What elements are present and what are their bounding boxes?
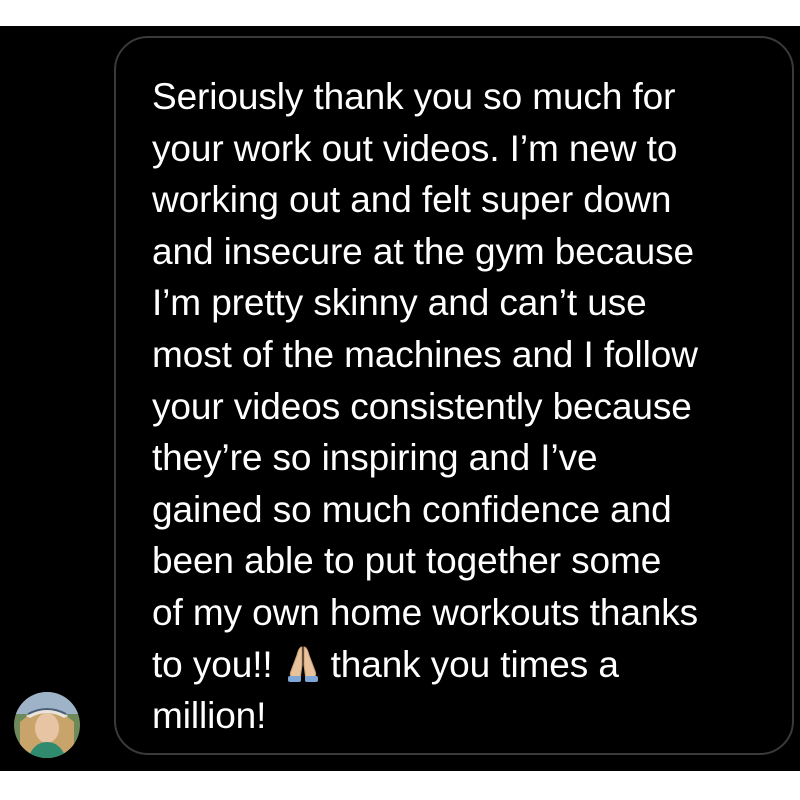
message-line: they’re so inspiring and I’ve [152, 437, 598, 479]
message-fragment: to you!! [152, 643, 273, 685]
message-line-with-emoji: to you!! thank you times a [152, 639, 772, 691]
message-line: your videos consistently because [152, 385, 692, 427]
message-line: gained so much confidence and [152, 488, 672, 530]
message-line: Seriously thank you so much for [152, 76, 676, 117]
message-bubble[interactable]: Seriously thank you so much for your wor… [114, 36, 794, 755]
chat-screen: Seriously thank you so much for your wor… [0, 26, 800, 771]
message-line: most of the machines and I follow [152, 333, 698, 375]
message-line: working out and felt super down [152, 179, 672, 221]
folded-hands-emoji-icon [285, 645, 321, 683]
message-line: million! [152, 695, 267, 737]
message-line: and insecure at the gym because [152, 230, 694, 272]
message-line: your work out videos. I’m new to [152, 127, 678, 169]
message-text: Seriously thank you so much for your wor… [152, 71, 772, 742]
message-line: I’m pretty skinny and can’t use [152, 282, 647, 324]
message-fragment: thank you times a [330, 643, 619, 685]
message-line: of my own home workouts thanks [152, 591, 699, 633]
user-avatar-icon [14, 692, 80, 758]
sender-avatar[interactable] [14, 692, 80, 758]
message-line: been able to put together some [152, 540, 662, 582]
